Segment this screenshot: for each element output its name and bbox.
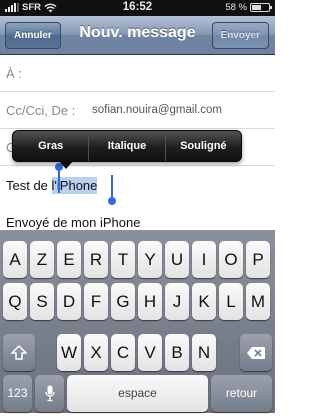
key-a[interactable]: A xyxy=(3,241,27,278)
italic-menu-item[interactable]: Italique xyxy=(88,131,164,161)
key-d[interactable]: D xyxy=(57,283,81,320)
battery-level-fill xyxy=(252,5,262,10)
key-l[interactable]: L xyxy=(219,283,243,320)
key-t[interactable]: T xyxy=(111,241,135,278)
microphone-key[interactable] xyxy=(35,375,64,412)
keyboard: 123 espace retour AZERTYUIOP QSDFGHJKLM WX… xyxy=(0,230,275,413)
key-h[interactable]: H xyxy=(138,283,162,320)
battery-icon xyxy=(250,3,272,12)
backspace-key[interactable] xyxy=(240,334,272,371)
page-title: Nouv. message xyxy=(79,24,196,41)
key-r[interactable]: R xyxy=(84,241,108,278)
key-v[interactable]: V xyxy=(138,334,162,371)
key-u[interactable]: U xyxy=(165,241,189,278)
numbers-key[interactable]: 123 xyxy=(3,375,32,412)
bold-menu-item[interactable]: Gras xyxy=(13,131,88,161)
key-j[interactable]: J xyxy=(165,283,189,320)
key-k[interactable]: K xyxy=(192,283,216,320)
signature-text[interactable]: Envoyé de mon iPhone xyxy=(6,215,140,230)
microphone-icon xyxy=(44,385,55,402)
key-i[interactable]: I xyxy=(192,241,216,278)
key-q[interactable]: Q xyxy=(3,283,27,320)
message-body-line[interactable]: Test de l'iPhone xyxy=(6,177,98,194)
key-c[interactable]: C xyxy=(111,334,135,371)
selection-start-handle[interactable] xyxy=(55,163,63,193)
nav-bar: Annuler Nouv. message Envoyer xyxy=(0,16,275,55)
body-text: Test de xyxy=(6,178,52,193)
space-key[interactable]: espace xyxy=(67,375,208,412)
key-e[interactable]: E xyxy=(57,241,81,278)
shift-key[interactable] xyxy=(3,334,35,371)
key-f[interactable]: F xyxy=(84,283,108,320)
cc-bcc-from-field[interactable]: Cc/Cci, De : sofian.nouira@gmail.com xyxy=(0,92,275,129)
underline-menu-item[interactable]: Souligné xyxy=(164,131,241,161)
cancel-button[interactable]: Annuler xyxy=(5,22,61,49)
key-b[interactable]: B xyxy=(165,334,189,371)
to-label: À : xyxy=(6,66,22,81)
key-p[interactable]: P xyxy=(246,241,270,278)
from-address: sofian.nouira@gmail.com xyxy=(92,104,222,116)
key-z[interactable]: Z xyxy=(30,241,54,278)
key-s[interactable]: S xyxy=(30,283,54,320)
key-x[interactable]: X xyxy=(84,334,108,371)
key-o[interactable]: O xyxy=(219,241,243,278)
shift-icon xyxy=(11,345,27,360)
return-key[interactable]: retour xyxy=(211,375,272,412)
selection-end-handle[interactable] xyxy=(108,175,116,205)
cc-bcc-from-label: Cc/Cci, De : xyxy=(6,103,76,118)
to-field[interactable]: À : xyxy=(0,55,275,92)
status-bar: SFR 16:52 58 % xyxy=(0,0,275,16)
format-menu: Gras Italique Souligné xyxy=(12,130,242,169)
key-y[interactable]: Y xyxy=(138,241,162,278)
key-m[interactable]: M xyxy=(246,283,270,320)
key-n[interactable]: N xyxy=(192,334,216,371)
send-button[interactable]: Envoyer xyxy=(211,22,269,49)
backspace-icon xyxy=(247,347,265,359)
key-g[interactable]: G xyxy=(111,283,135,320)
battery-percent: 58 % xyxy=(225,2,247,13)
status-right: 58 % xyxy=(225,2,272,13)
key-w[interactable]: W xyxy=(57,334,81,371)
